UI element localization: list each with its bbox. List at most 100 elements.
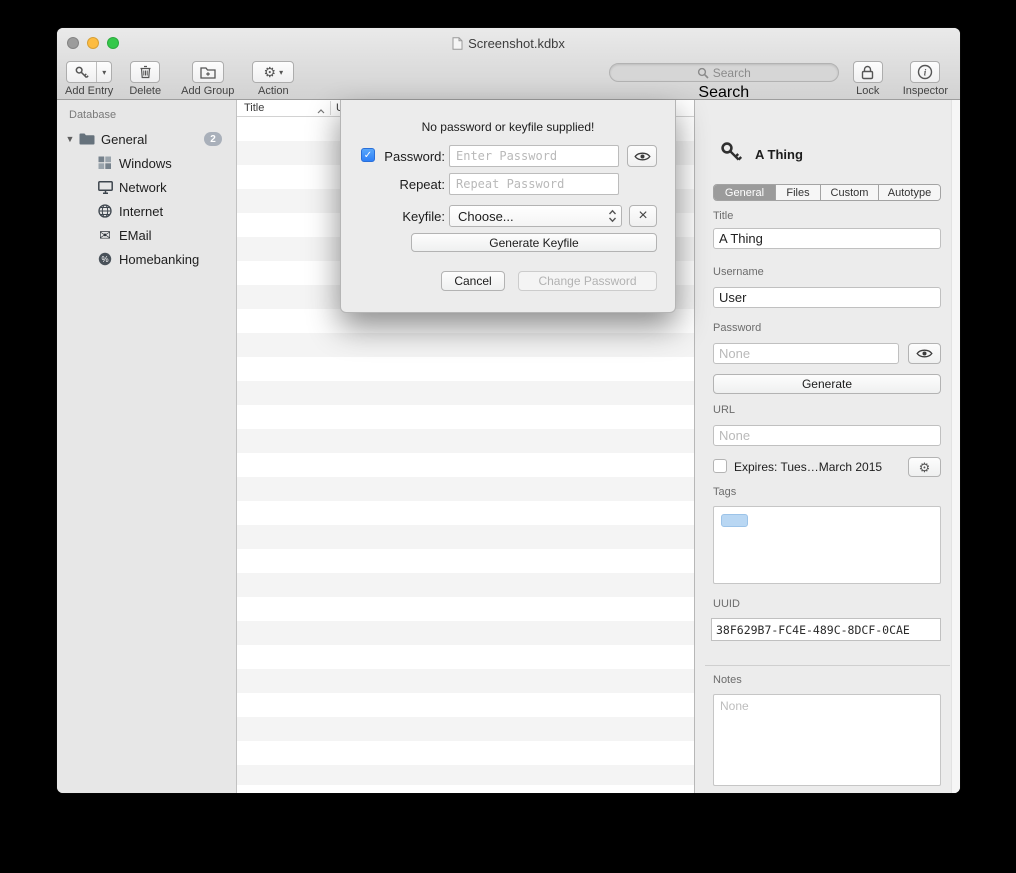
- info-icon: i: [917, 64, 933, 80]
- sidebar-item-label: Network: [119, 180, 167, 195]
- tab-files[interactable]: Files: [776, 185, 821, 200]
- change-password-dialog: No password or keyfile supplied! ✓ Passw…: [340, 100, 676, 313]
- sidebar-item-label: Internet: [119, 204, 163, 219]
- notes-label: Notes: [713, 674, 742, 686]
- inspector-scrollbar[interactable]: [951, 100, 960, 793]
- inspector-password-input[interactable]: [713, 343, 899, 364]
- add-group-button[interactable]: [192, 61, 224, 83]
- notes-textarea[interactable]: [713, 694, 941, 786]
- add-entry-button[interactable]: ▾: [66, 61, 112, 83]
- inspector-label: Inspector: [903, 85, 948, 97]
- title-field-label: Title: [713, 210, 733, 222]
- windows-icon: [95, 156, 115, 170]
- lock-label: Lock: [856, 85, 879, 97]
- sidebar-item-label: Windows: [119, 156, 172, 171]
- keyfile-label: Keyfile:: [341, 209, 445, 224]
- repeat-label: Repeat:: [341, 177, 445, 192]
- window-title: Screenshot.kdbx: [468, 36, 565, 51]
- banking-icon: %: [95, 252, 115, 266]
- window-title-bar: Screenshot.kdbx: [57, 36, 960, 51]
- window-header: Screenshot.kdbx ▾ Add Entry Delete: [57, 28, 960, 100]
- folder-icon: [77, 133, 97, 145]
- expires-settings-button[interactable]: ⚙: [908, 457, 941, 477]
- inspector-reveal-password-button[interactable]: [908, 343, 941, 364]
- url-field-label: URL: [713, 404, 735, 416]
- title-input[interactable]: [713, 228, 941, 249]
- sidebar-item-windows[interactable]: Windows: [57, 151, 236, 175]
- inspector-toolbar-item: i Inspector: [903, 61, 948, 97]
- eye-icon: [916, 348, 933, 359]
- add-entry-toolbar-item: ▾ Add Entry: [65, 61, 113, 97]
- add-entry-dropdown-arrow[interactable]: ▾: [96, 62, 111, 82]
- disclosure-triangle-icon[interactable]: ▼: [63, 134, 77, 144]
- change-password-button[interactable]: Change Password: [518, 271, 657, 291]
- entry-list-scroll-area: [237, 785, 694, 793]
- envelope-icon: ✉: [95, 228, 115, 242]
- inspector-panel: A Thing General Files Custom Autotype Ti…: [695, 100, 960, 793]
- password-input[interactable]: [449, 145, 619, 167]
- dialog-message: No password or keyfile supplied!: [341, 120, 675, 134]
- add-group-label: Add Group: [181, 85, 234, 97]
- delete-label: Delete: [129, 85, 161, 97]
- search-icon: [697, 67, 709, 79]
- app-window: Screenshot.kdbx ▾ Add Entry Delete: [57, 28, 960, 793]
- username-input[interactable]: [713, 287, 941, 308]
- sidebar-item-network[interactable]: Network: [57, 175, 236, 199]
- sidebar-item-general[interactable]: ▼ General 2: [57, 127, 236, 151]
- sidebar-item-email[interactable]: ✉ EMail: [57, 223, 236, 247]
- gear-icon: ⚙: [919, 461, 931, 474]
- uuid-field[interactable]: [711, 618, 941, 641]
- delete-button[interactable]: [130, 61, 160, 83]
- eye-icon: [634, 151, 651, 162]
- svg-text:%: %: [101, 255, 108, 264]
- clear-keyfile-button[interactable]: ×: [629, 205, 657, 227]
- password-field-label: Password: [713, 322, 761, 334]
- search-toolbar-item: Search Search: [609, 61, 839, 102]
- password-label: Password:: [341, 149, 445, 164]
- username-field-label: Username: [713, 266, 764, 278]
- sidebar-item-internet[interactable]: Internet: [57, 199, 236, 223]
- inspector-entry-title: A Thing: [755, 147, 803, 162]
- repeat-password-input[interactable]: [449, 173, 619, 195]
- gear-icon: ⚙: [264, 65, 277, 79]
- entry-count-badge: 2: [204, 132, 222, 146]
- expires-label: Expires: Tues…March 2015: [734, 460, 882, 474]
- expires-checkbox[interactable]: [713, 459, 727, 473]
- document-icon: [452, 37, 463, 50]
- sidebar-item-label: Homebanking: [119, 252, 199, 267]
- tags-box[interactable]: [713, 506, 941, 584]
- lock-icon: [861, 65, 874, 80]
- search-input[interactable]: Search: [609, 63, 839, 82]
- inspector-divider: [705, 665, 950, 666]
- keyfile-popup-button[interactable]: Choose...: [449, 205, 622, 227]
- url-input[interactable]: [713, 425, 941, 446]
- folder-plus-icon: [200, 66, 216, 79]
- globe-icon: [95, 204, 115, 218]
- key-plus-icon: [67, 62, 96, 82]
- cancel-button[interactable]: Cancel: [441, 271, 505, 291]
- sidebar-item-homebanking[interactable]: % Homebanking: [57, 247, 236, 271]
- lock-button[interactable]: [853, 61, 883, 83]
- tab-autotype[interactable]: Autotype: [879, 185, 940, 200]
- add-group-toolbar-item: Add Group: [181, 61, 234, 97]
- sidebar: Database ▼ General 2 Windows Network: [57, 100, 237, 793]
- tab-custom[interactable]: Custom: [821, 185, 879, 200]
- tag-chip[interactable]: [721, 514, 748, 527]
- sort-ascending-icon: [317, 105, 325, 117]
- column-divider[interactable]: [330, 101, 331, 115]
- column-header-title[interactable]: Title: [244, 102, 264, 114]
- inspector-button[interactable]: i: [910, 61, 940, 83]
- keyfile-popup-value: Choose...: [458, 209, 514, 224]
- reveal-password-button[interactable]: [627, 145, 657, 167]
- generate-password-button[interactable]: Generate: [713, 374, 941, 394]
- action-button[interactable]: ⚙ ▾: [252, 61, 294, 83]
- entry-key-icon: [719, 140, 743, 167]
- generate-keyfile-button[interactable]: Generate Keyfile: [411, 233, 657, 252]
- sidebar-section-header: Database: [57, 100, 236, 127]
- close-x-icon: ×: [638, 208, 647, 224]
- stepper-arrows-icon: [608, 209, 617, 223]
- uuid-label: UUID: [713, 598, 740, 610]
- tab-general[interactable]: General: [714, 185, 776, 200]
- add-entry-label: Add Entry: [65, 85, 113, 97]
- search-placeholder: Search: [713, 66, 751, 80]
